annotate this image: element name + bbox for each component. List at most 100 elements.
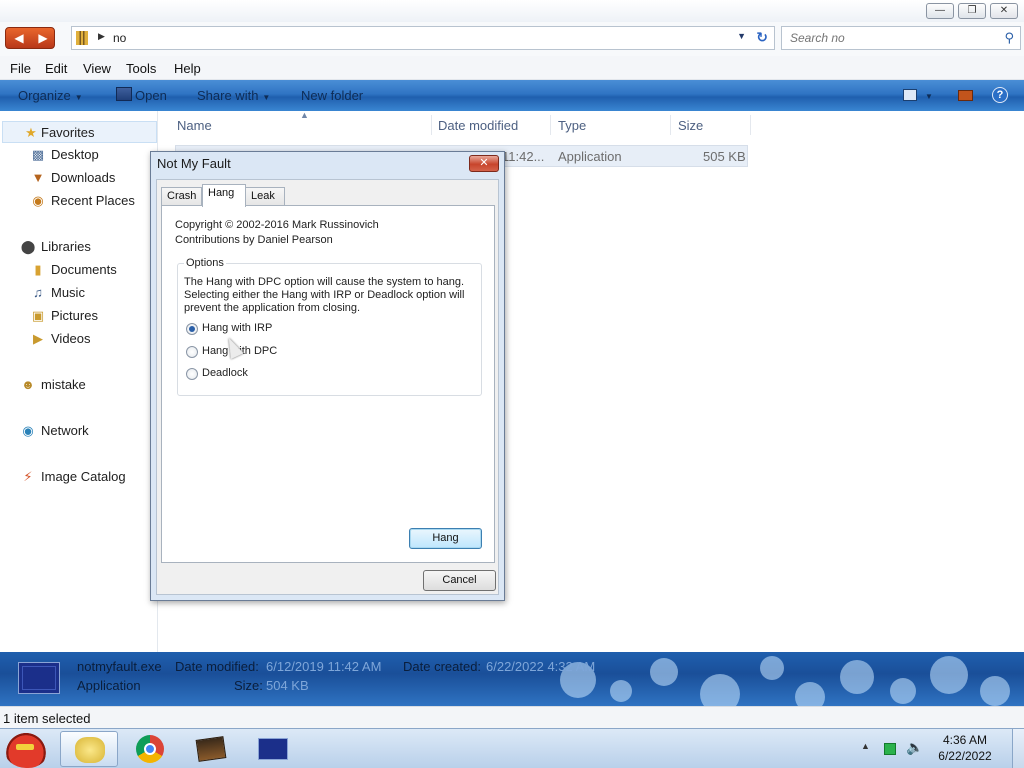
sidebar-item-videos[interactable]: ▶ Videos xyxy=(0,328,157,350)
chrome-center-icon xyxy=(144,743,156,755)
options-group: Options The Hang with DPC option will ca… xyxy=(177,257,482,396)
sidebar-item-label: Documents xyxy=(51,262,117,277)
breadcrumb-arrow-icon[interactable]: ▶ xyxy=(98,31,105,42)
show-desktop-button[interactable] xyxy=(1012,729,1024,768)
sidebar-item-pictures[interactable]: ▣ Pictures xyxy=(0,305,157,327)
system-clock[interactable]: 4:36 AM 6/22/2022 xyxy=(930,732,1000,764)
organize-button[interactable]: Organize ▼ xyxy=(18,88,83,103)
decorative-bubble xyxy=(930,656,968,694)
column-divider[interactable] xyxy=(431,115,432,135)
menu-tools[interactable]: Tools xyxy=(126,61,156,76)
sidebar-item-label: Libraries xyxy=(41,239,91,254)
status-bar: 1 item selected xyxy=(0,706,1024,728)
radio-selected-icon[interactable] xyxy=(186,323,198,335)
file-thumbnail-icon xyxy=(18,662,60,694)
close-window-button[interactable]: ✕ xyxy=(990,3,1018,19)
music-icon: ♫ xyxy=(33,285,43,300)
documents-icon: ▮ xyxy=(34,262,42,277)
back-arrow-icon[interactable]: ◀ xyxy=(8,30,30,46)
copyright-text: Copyright © 2002-2016 Mark Russinovich xyxy=(175,219,379,231)
search-box[interactable]: ⚲ xyxy=(781,26,1021,50)
show-hidden-icons[interactable]: ▲ xyxy=(861,741,870,751)
details-date-modified-label: Date modified: xyxy=(175,659,259,674)
details-date-modified-value: 6/12/2019 11:42 AM xyxy=(266,659,382,674)
tab-leak[interactable]: Leak xyxy=(245,187,285,206)
sidebar-item-desktop[interactable]: ▩ Desktop xyxy=(0,144,157,166)
homegroup-user-icon: ☻ xyxy=(21,377,35,392)
column-date-modified[interactable]: Date modified xyxy=(438,118,518,133)
preview-pane-icon[interactable] xyxy=(958,90,973,101)
sidebar-item-downloads[interactable]: ▼ Downloads xyxy=(0,167,157,189)
options-label: Options xyxy=(184,257,226,269)
menu-bar: File Edit View Tools Help xyxy=(0,56,1024,80)
open-button[interactable]: Open xyxy=(135,88,167,103)
sidebar-item-documents[interactable]: ▮ Documents xyxy=(0,259,157,281)
radio-unselected-icon[interactable] xyxy=(186,368,198,380)
recent-places-icon: ◉ xyxy=(32,193,44,208)
angry-bird-start-icon xyxy=(16,744,34,750)
restore-button[interactable]: ❐ xyxy=(958,3,986,19)
sidebar-item-libraries[interactable]: ⬤ Libraries xyxy=(0,236,157,258)
sidebar-item-mistake[interactable]: ☻ mistake xyxy=(0,374,157,396)
tab-hang[interactable]: Hang xyxy=(202,184,246,207)
sidebar-item-label: Music xyxy=(51,285,85,300)
sidebar-item-label: mistake xyxy=(41,377,86,392)
pictures-icon: ▣ xyxy=(31,308,45,323)
tab-crash[interactable]: Crash xyxy=(161,187,202,206)
taskbar-media-app[interactable] xyxy=(182,731,240,767)
network-status-icon[interactable] xyxy=(884,743,896,755)
view-dropdown-icon[interactable]: ▼ xyxy=(925,92,933,101)
command-bar: Organize ▼ Open Share with ▼ New folder ▼ … xyxy=(0,80,1024,111)
address-bar[interactable]: ▶ no ▼ ↻ xyxy=(71,26,775,50)
taskbar-not-my-fault[interactable] xyxy=(243,731,301,767)
minimize-button[interactable]: — xyxy=(926,3,954,19)
application-icon xyxy=(116,87,132,101)
change-view-icon[interactable] xyxy=(903,89,917,101)
menu-file[interactable]: File xyxy=(10,61,31,76)
library-folder-icon xyxy=(76,31,88,45)
share-with-button[interactable]: Share with ▼ xyxy=(197,88,270,103)
search-input[interactable] xyxy=(790,31,990,45)
new-folder-button[interactable]: New folder xyxy=(301,88,363,103)
help-icon[interactable]: ? xyxy=(992,87,1008,103)
column-divider[interactable] xyxy=(550,115,551,135)
libraries-icon: ⬤ xyxy=(20,239,36,254)
hang-button[interactable]: Hang xyxy=(409,528,482,549)
column-divider[interactable] xyxy=(670,115,671,135)
sidebar-item-music[interactable]: ♫ Music xyxy=(0,282,157,304)
organize-label: Organize xyxy=(18,88,71,103)
volume-icon[interactable]: 🔈 xyxy=(906,739,923,756)
forward-arrow-icon[interactable]: ▶ xyxy=(32,30,54,46)
column-name[interactable]: Name xyxy=(177,118,212,133)
contributions-text: Contributions by Daniel Pearson xyxy=(175,234,333,246)
details-type: Application xyxy=(77,678,141,693)
search-icon[interactable]: ⚲ xyxy=(1004,30,1014,46)
sidebar-item-image-catalog[interactable]: ⚡ Image Catalog xyxy=(0,466,157,488)
address-row: ◀ ▶ ▶ no ▼ ↻ ⚲ xyxy=(0,22,1024,56)
address-path[interactable]: no xyxy=(113,31,126,45)
menu-view[interactable]: View xyxy=(83,61,111,76)
sidebar-item-label: Desktop xyxy=(51,147,99,162)
sidebar-item-recent-places[interactable]: ◉ Recent Places xyxy=(0,190,157,212)
address-dropdown-icon[interactable]: ▼ xyxy=(737,31,746,41)
column-divider[interactable] xyxy=(750,115,751,135)
explorer-folder-icon xyxy=(75,737,105,763)
menu-help[interactable]: Help xyxy=(174,61,201,76)
taskbar-chrome[interactable] xyxy=(121,731,179,767)
sidebar-item-label: Favorites xyxy=(41,125,95,140)
options-description: The Hang with DPC option will cause the … xyxy=(184,276,465,314)
column-type[interactable]: Type xyxy=(558,118,586,133)
column-size[interactable]: Size xyxy=(678,118,703,133)
radio-unselected-icon[interactable] xyxy=(186,346,198,358)
sidebar-item-favorites[interactable]: ★ Favorites xyxy=(2,121,157,143)
menu-edit[interactable]: Edit xyxy=(45,61,67,76)
radio-label: Hang with IRP xyxy=(202,322,273,334)
dialog-close-button[interactable]: ✕ xyxy=(469,155,499,172)
dialog-title: Not My Fault xyxy=(157,156,231,171)
refresh-icon[interactable]: ↻ xyxy=(756,29,768,46)
start-button[interactable] xyxy=(4,730,48,768)
cancel-button[interactable]: Cancel xyxy=(423,570,496,591)
sidebar-item-network[interactable]: ◉ Network xyxy=(0,420,157,442)
details-size-label: Size: xyxy=(234,678,263,693)
taskbar-windows-explorer[interactable] xyxy=(60,731,118,767)
